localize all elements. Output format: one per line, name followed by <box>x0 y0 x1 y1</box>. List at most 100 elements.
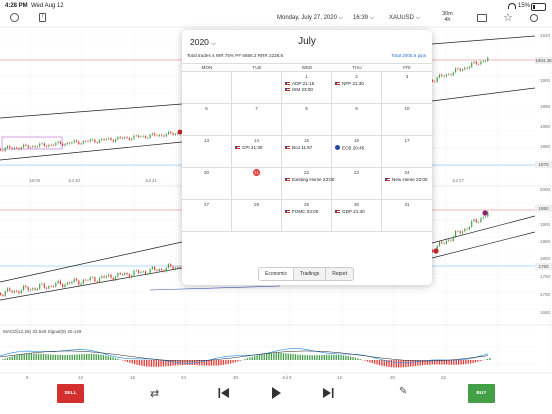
macd-bar <box>57 354 59 360</box>
event-text: New Home 23:00 <box>392 177 428 182</box>
calendar-day-cell[interactable]: 6 <box>182 104 232 135</box>
calendar-event[interactable]: New Home 23:00 <box>385 177 428 182</box>
macd-bar <box>460 360 462 365</box>
calendar-day-cell[interactable]: 29 FOMC 03:00 <box>282 200 332 231</box>
macd-bar <box>266 353 268 360</box>
skip-back-icon[interactable] <box>218 387 230 399</box>
candle <box>78 280 80 285</box>
candle <box>0 149 2 151</box>
calendar-event[interactable]: CPI 21:30 <box>235 145 262 150</box>
candle <box>108 274 110 277</box>
calendar-event[interactable]: GDP 21:30 <box>335 209 365 214</box>
tab-economic[interactable]: Economic <box>259 268 294 280</box>
document-icon[interactable]: ! <box>39 13 46 22</box>
candle <box>461 231 464 234</box>
calendar-day-cell[interactable]: 8 <box>282 104 332 135</box>
calendar-day-cell[interactable]: 30 GDP 21:30 <box>332 200 382 231</box>
calendar-day-cell[interactable]: 2 NFP 21:30 <box>332 72 382 103</box>
calendar-day-cell[interactable] <box>232 72 282 103</box>
calendar-event[interactable]: FOMC 03:00 <box>285 209 318 214</box>
candle <box>71 142 73 144</box>
calendar-day-cell[interactable]: 24 New Home 23:00 <box>382 168 432 199</box>
calendar-day-cell[interactable] <box>182 72 232 103</box>
sell-button[interactable]: SELL <box>57 384 84 403</box>
date-selector[interactable]: Monday, July 27, 2020 ⌵ <box>277 15 343 22</box>
macd-bar <box>110 356 112 360</box>
calendar-day-cell[interactable]: 14 CPI 21:30 <box>232 136 282 167</box>
macd-bar <box>98 354 100 360</box>
status-date: Wed Aug 12 <box>31 3 64 9</box>
candle <box>108 138 110 140</box>
candle <box>482 217 484 219</box>
candle <box>4 291 6 296</box>
candle <box>119 272 121 275</box>
candle <box>27 145 29 148</box>
calendar-event[interactable]: ISM 23:00 <box>285 87 313 92</box>
tab-report[interactable]: Report <box>326 268 353 280</box>
calendar-day-cell[interactable]: 20 <box>182 168 232 199</box>
calendar-day-cell[interactable]: 1 ADP 21:15 ISM 23:00 <box>282 72 332 103</box>
candle <box>147 137 149 139</box>
macd-bar <box>477 360 479 362</box>
calendar-day-cell[interactable]: 9 <box>332 104 382 135</box>
buy-button[interactable]: BUY <box>468 384 495 403</box>
candle <box>174 134 176 135</box>
calendar-day-cell[interactable]: 13 <box>182 136 232 167</box>
candle <box>2 150 4 151</box>
candle <box>131 275 133 278</box>
candle <box>119 137 121 138</box>
account-icon[interactable] <box>530 14 538 22</box>
calendar-day-cell[interactable]: 7 <box>232 104 282 135</box>
candle <box>149 269 151 274</box>
timeframe-selector[interactable]: 30m 4h <box>442 11 453 23</box>
play-icon[interactable] <box>271 386 282 400</box>
calendar-week: 6 7 8 9 10 <box>182 104 432 136</box>
calendar-day-cell[interactable]: 23 <box>332 168 382 199</box>
layout-icon[interactable] <box>477 14 487 22</box>
trade-marker <box>433 248 439 254</box>
candle <box>482 61 484 62</box>
candle <box>480 218 482 222</box>
calendar-day-cell[interactable]: 22 Existing Home 23:00 <box>282 168 334 199</box>
macd-bar <box>155 360 157 367</box>
price-label: 1750 <box>539 274 550 279</box>
macd-bar <box>374 360 376 364</box>
pencil-icon[interactable]: ✎ <box>399 386 407 397</box>
candle <box>69 142 71 144</box>
current-price-tag: 1904.38 <box>535 57 552 64</box>
calendar-day-cell[interactable]: 27 <box>182 200 232 231</box>
settings-icon[interactable] <box>10 13 19 22</box>
tab-tradings[interactable]: Tradings <box>294 268 327 280</box>
skip-forward-icon[interactable] <box>322 387 334 399</box>
calendar-event[interactable]: BoJ 11:57 <box>285 145 312 150</box>
time-selector[interactable]: 16:39 ⌵ <box>353 15 374 22</box>
macd-bar <box>282 353 285 360</box>
calendar-day-cell[interactable]: 16 ECB 20:45 <box>332 136 382 167</box>
calendar-day-cell[interactable]: 17 <box>382 136 432 167</box>
macd-bar <box>59 354 61 360</box>
weekday-label: THU <box>352 65 362 70</box>
candle <box>64 144 66 146</box>
candle <box>484 216 487 218</box>
macd-bar <box>381 360 383 366</box>
star-icon[interactable]: ☆ <box>503 11 513 24</box>
swap-icon[interactable]: ⇄ <box>150 387 159 400</box>
candle <box>20 147 22 150</box>
calendar-event[interactable]: NFP 21:30 <box>335 81 364 86</box>
candle <box>124 137 126 139</box>
calendar-day-cell[interactable]: 31 <box>382 200 432 231</box>
total-pips-link[interactable]: Total 2005.6 pips <box>391 53 426 58</box>
symbol-selector[interactable]: XAUUSD ⌵ <box>389 15 420 22</box>
calendar-day-cell[interactable]: 10 <box>382 104 432 135</box>
calendar-day-cell[interactable]: 15 BoJ 11:57 <box>282 136 332 167</box>
calendar-event[interactable]: ADP 21:15 <box>285 81 314 86</box>
candle <box>135 135 137 137</box>
macd-bar <box>170 360 172 366</box>
calendar-day-cell[interactable]: 28 <box>232 200 282 231</box>
macd-bar <box>26 353 28 360</box>
calendar-event[interactable]: ECB 20:45 <box>335 145 364 151</box>
calendar-event[interactable]: Existing Home 23:00 <box>285 177 334 182</box>
calendar-day-cell[interactable]: 21 <box>232 168 282 199</box>
time-label: Jul 21 <box>145 178 158 183</box>
calendar-day-cell[interactable]: 3 <box>382 72 432 103</box>
